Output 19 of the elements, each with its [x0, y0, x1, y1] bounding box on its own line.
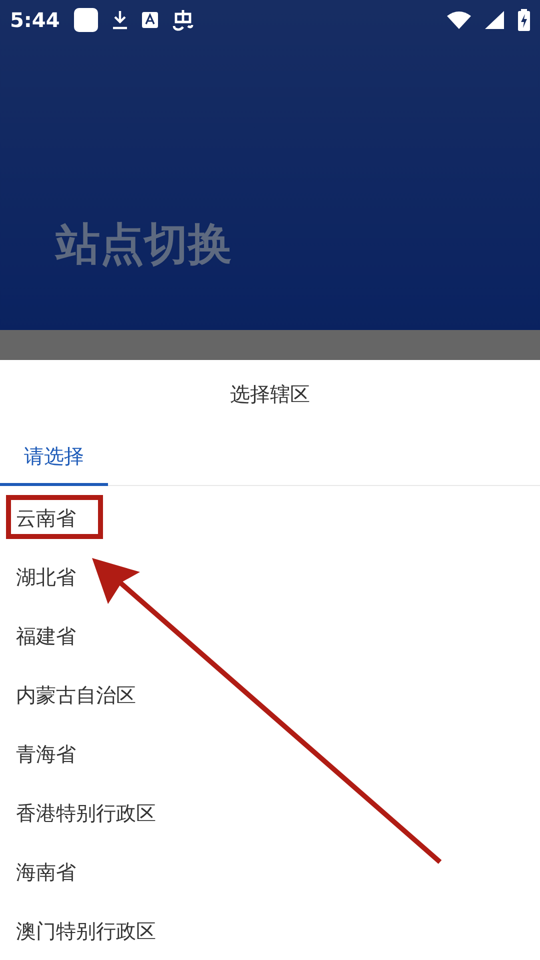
region-option[interactable]: 福建省	[16, 620, 76, 650]
signal-icon	[485, 11, 504, 29]
region-tab[interactable]: 请选择	[0, 428, 108, 486]
download-icon	[112, 10, 128, 30]
region-option[interactable]: 云南省	[16, 502, 76, 532]
region-option[interactable]: 香港特别行政区	[16, 798, 156, 828]
region-option[interactable]: 青海省	[16, 738, 76, 768]
region-option[interactable]: 澳门特别行政区	[16, 916, 156, 946]
app-notification-icon	[74, 8, 98, 32]
region-option[interactable]: 内蒙古自治区	[16, 680, 136, 710]
sheet-title: 选择辖区	[230, 381, 310, 408]
page-title: 站点切换	[56, 218, 232, 272]
font-icon	[142, 12, 158, 28]
wifi-icon	[447, 11, 471, 29]
region-option[interactable]: 海南省	[16, 856, 76, 886]
status-time: 5:44	[10, 7, 60, 34]
battery-charging-icon	[518, 9, 530, 31]
bug-icon	[172, 8, 194, 32]
region-option[interactable]: 湖北省	[16, 562, 76, 592]
